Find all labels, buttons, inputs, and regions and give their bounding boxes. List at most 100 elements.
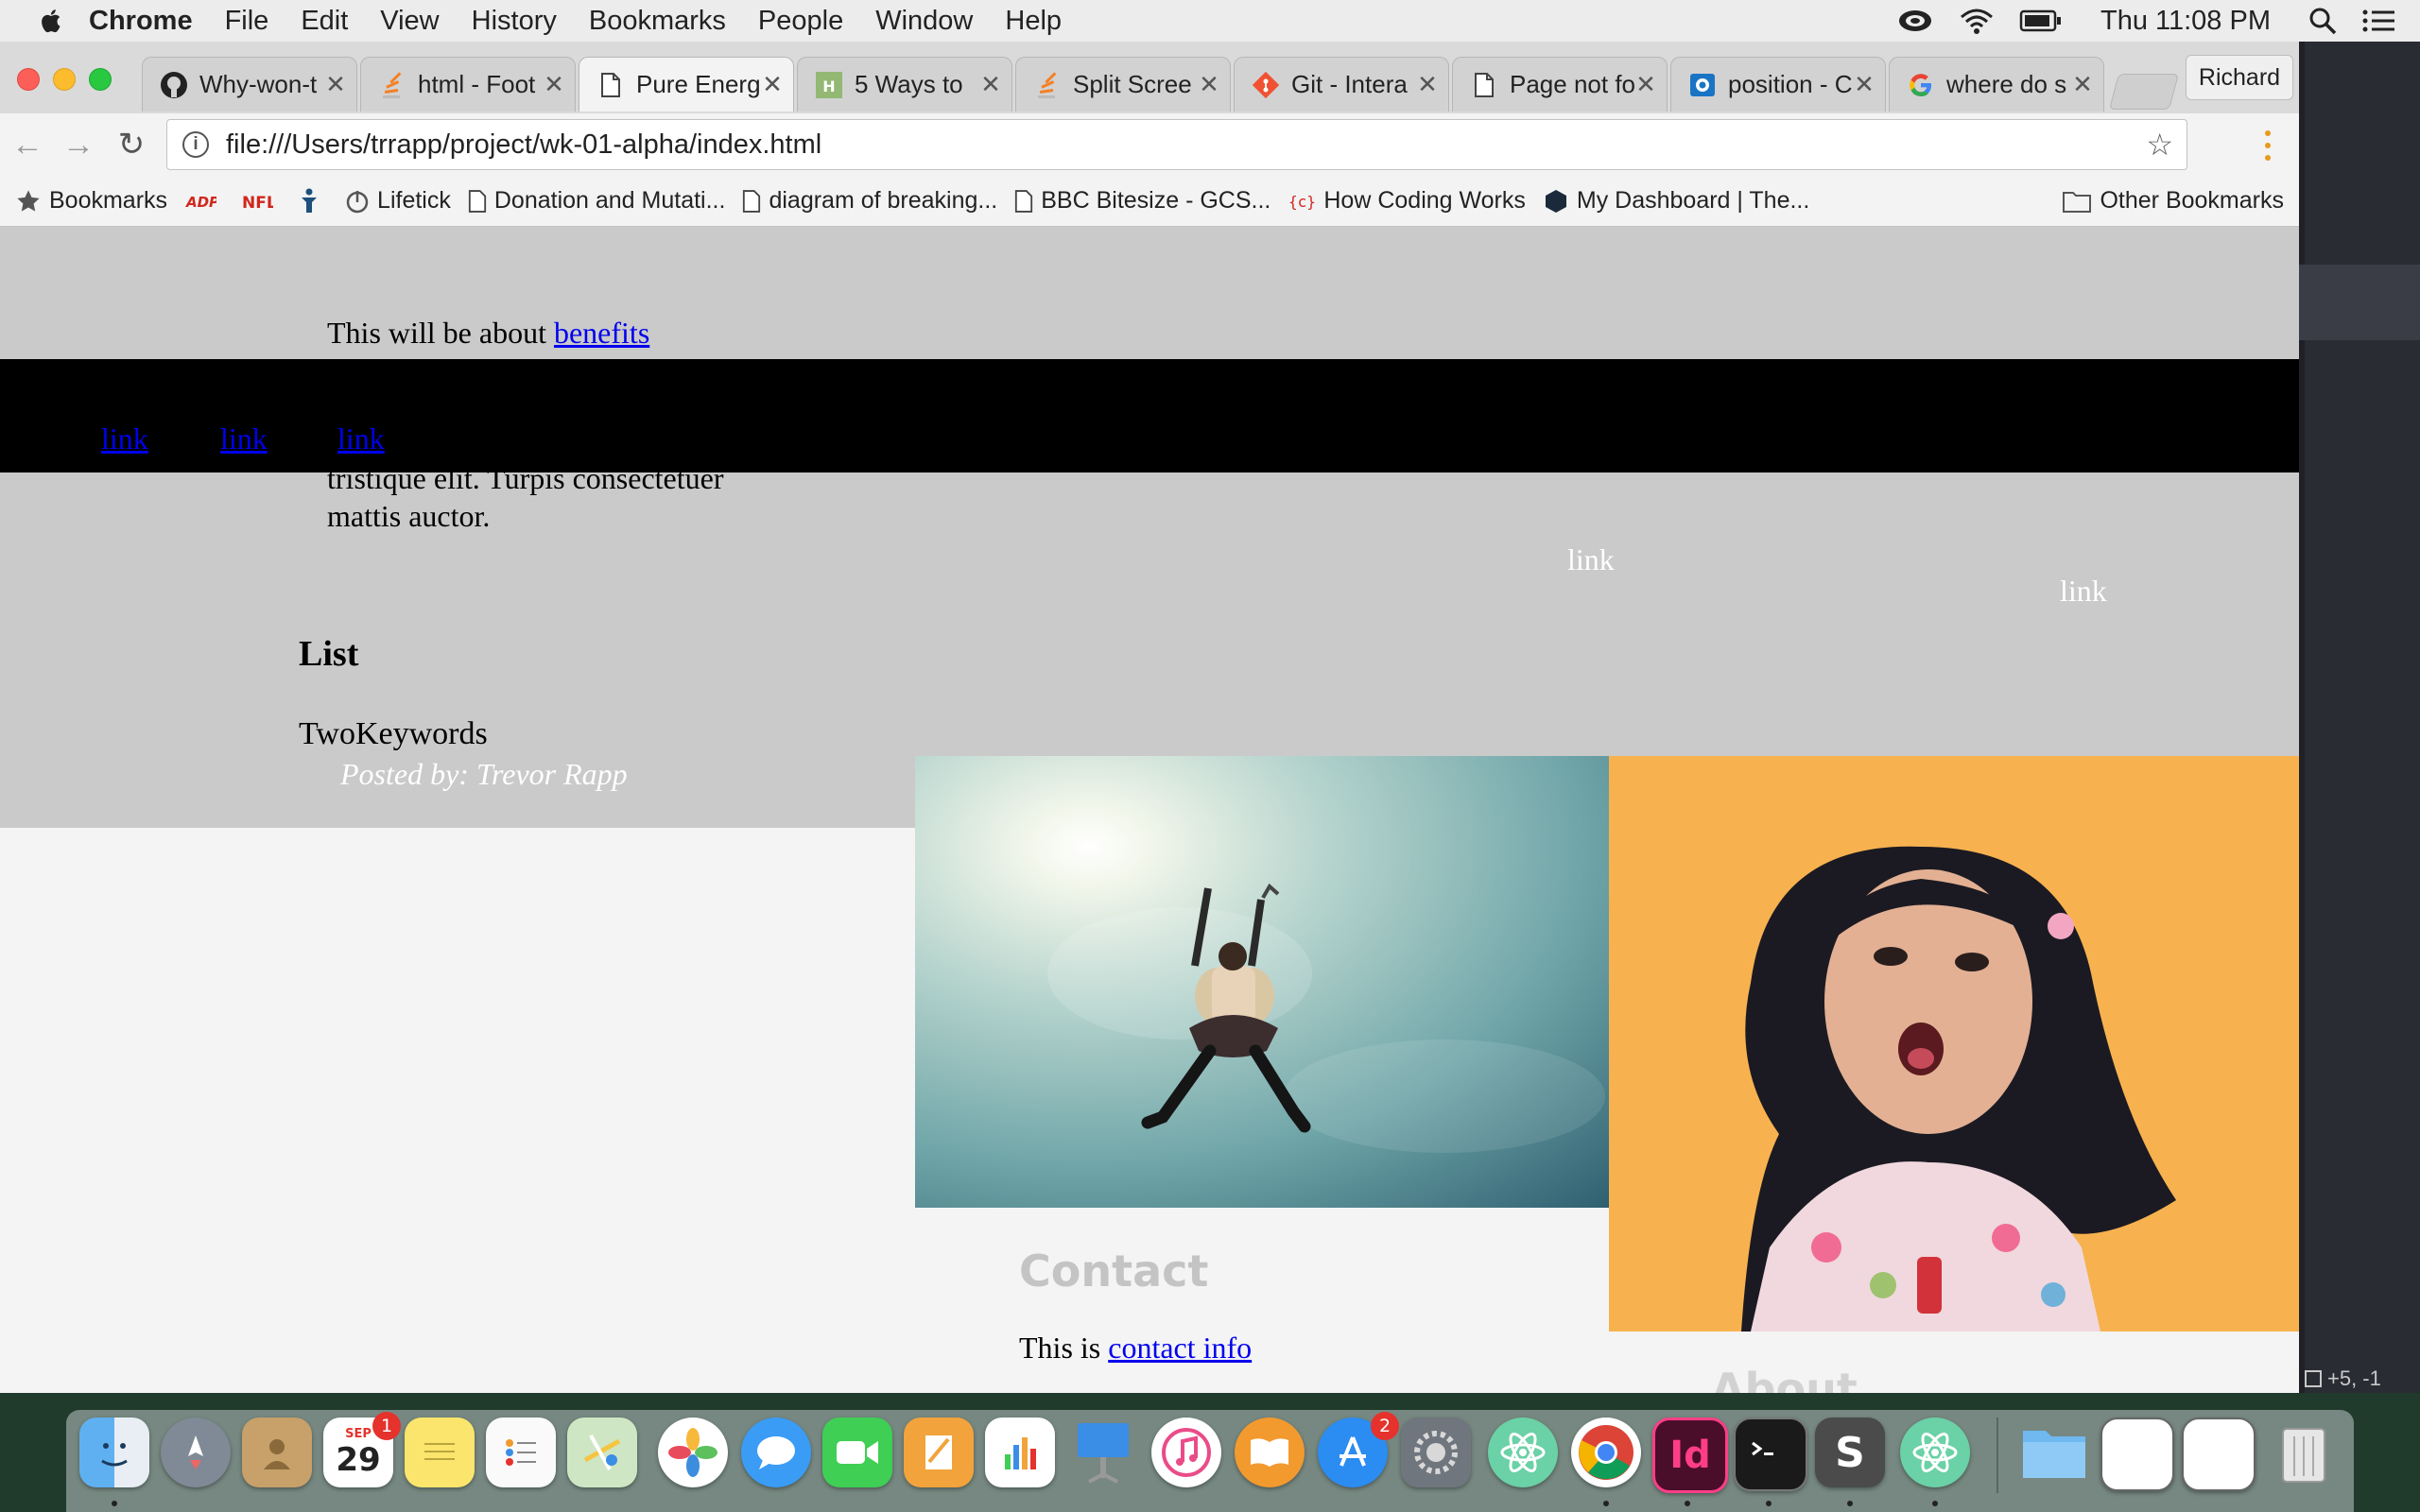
terminal-icon[interactable]	[1734, 1418, 1807, 1491]
menu-view[interactable]: View	[380, 6, 439, 37]
battery-icon[interactable]	[2019, 9, 2063, 33]
bookmark-bbc-bitesize[interactable]: BBC Bitesize - GCS...	[1014, 187, 1270, 215]
chrome-icon[interactable]	[1571, 1418, 1641, 1487]
forward-arrow-icon[interactable]: →	[59, 125, 98, 164]
window-thumbnail[interactable]	[2182, 1418, 2256, 1491]
maps-icon[interactable]	[567, 1418, 637, 1487]
bookmark-my-dashboard[interactable]: My Dashboard | The...	[1543, 187, 1809, 215]
address-url[interactable]: file:///Users/trrapp/project/wk-01-alpha…	[226, 129, 821, 161]
close-window-button[interactable]	[17, 68, 40, 91]
launchpad-icon[interactable]	[161, 1418, 231, 1487]
tab-where-do[interactable]: where do s ✕	[1889, 57, 2104, 112]
bookmark-label: Lifetick	[377, 187, 451, 214]
reminders-icon[interactable]	[486, 1418, 556, 1487]
sketch-icon[interactable]: S	[1815, 1418, 1885, 1487]
menu-history[interactable]: History	[472, 6, 557, 37]
benefits-link[interactable]: benefits	[554, 316, 649, 350]
creative-cloud-icon[interactable]	[1896, 7, 1934, 35]
contact-info-link[interactable]: contact info	[1108, 1331, 1252, 1365]
system-preferences-icon[interactable]	[1401, 1418, 1471, 1487]
keynote-icon[interactable]	[1068, 1418, 1138, 1487]
menu-bookmarks[interactable]: Bookmarks	[589, 6, 726, 37]
tab-close-icon[interactable]: ✕	[543, 70, 565, 99]
tab-position[interactable]: position - C ✕	[1670, 57, 1886, 112]
tab-strip: Why-won-t ✕ html - Foot ✕ Pure Energ ✕ H…	[0, 42, 2299, 113]
tab-close-icon[interactable]: ✕	[1198, 70, 1220, 99]
bookmark-bookmarks[interactable]: Bookmarks	[15, 187, 167, 215]
finder-icon[interactable]	[79, 1418, 149, 1487]
git-diff-icon	[2305, 1370, 2322, 1387]
tab-pure-energy[interactable]: Pure Energ ✕	[579, 57, 794, 112]
macos-menubar: Chrome File Edit View History Bookmarks …	[0, 0, 2420, 43]
calendar-month: SEP	[345, 1426, 372, 1441]
floating-link-1[interactable]: link	[1567, 542, 1615, 577]
nav-link-1[interactable]: link	[101, 421, 148, 456]
chrome-menu-icon[interactable]	[2254, 127, 2282, 164]
menu-app-name[interactable]: Chrome	[89, 6, 193, 37]
tab-close-icon[interactable]: ✕	[761, 70, 784, 99]
info-icon[interactable]: i	[182, 131, 209, 158]
atom-icon[interactable]	[1488, 1418, 1558, 1487]
nav-link-2[interactable]: link	[220, 421, 268, 456]
tab-close-icon[interactable]: ✕	[324, 70, 347, 99]
menubar-clock[interactable]: Thu 11:08 PM	[2100, 6, 2271, 37]
folder-icon[interactable]	[2019, 1418, 2089, 1487]
minimize-window-button[interactable]	[53, 68, 76, 91]
tab-why-wont[interactable]: Why-won-t ✕	[142, 57, 357, 112]
floating-link-2[interactable]: link	[2060, 574, 2107, 609]
bookmark-figure[interactable]	[298, 188, 328, 215]
menu-file[interactable]: File	[225, 6, 269, 37]
profile-button[interactable]: Richard	[2186, 55, 2293, 100]
tab-page-not-found[interactable]: Page not fo ✕	[1452, 57, 1668, 112]
menu-window[interactable]: Window	[875, 6, 973, 37]
tab-close-icon[interactable]: ✕	[2071, 70, 2094, 99]
tab-5-ways[interactable]: H 5 Ways to ✕	[797, 57, 1012, 112]
bookmark-lifetick[interactable]: Lifetick	[345, 187, 451, 215]
menu-people[interactable]: People	[758, 6, 843, 37]
spotlight-icon[interactable]	[2308, 7, 2337, 35]
notes-icon[interactable]	[405, 1418, 475, 1487]
bookmark-donation[interactable]: Donation and Mutati...	[468, 187, 725, 215]
tab-close-icon[interactable]: ✕	[1634, 70, 1657, 99]
pages-icon[interactable]	[904, 1418, 974, 1487]
bookmark-adp[interactable]: ADP	[184, 191, 224, 212]
wifi-icon[interactable]	[1959, 7, 1995, 35]
tab-close-icon[interactable]: ✕	[1416, 70, 1439, 99]
bookmark-nfl[interactable]: NFL	[241, 190, 281, 213]
numbers-icon[interactable]	[985, 1418, 1055, 1487]
reload-icon[interactable]: ↻	[112, 125, 151, 164]
back-arrow-icon[interactable]: ←	[8, 125, 47, 164]
notification-center-icon[interactable]	[2361, 8, 2395, 34]
indesign-icon[interactable]: Id	[1652, 1418, 1728, 1493]
contact-paragraph: This is contact info	[1019, 1331, 1252, 1366]
running-indicator	[1603, 1501, 1609, 1506]
bookmark-how-coding-works[interactable]: {c} How Coding Works	[1288, 187, 1526, 215]
trash-icon[interactable]	[2269, 1418, 2339, 1487]
photos-icon[interactable]	[658, 1418, 728, 1487]
editor-git-status[interactable]: +5, -1	[2299, 1365, 2420, 1393]
bookmark-diagram[interactable]: diagram of breaking...	[742, 187, 997, 215]
nav-link-3[interactable]: link	[337, 421, 385, 456]
messages-icon[interactable]	[741, 1418, 811, 1487]
tab-close-icon[interactable]: ✕	[1853, 70, 1876, 99]
atom-icon[interactable]	[1900, 1418, 1970, 1487]
tab-close-icon[interactable]: ✕	[979, 70, 1002, 99]
window-thumbnail[interactable]	[2100, 1418, 2174, 1491]
bookmark-star-icon[interactable]: ☆	[2146, 127, 2173, 163]
tab-split-screen[interactable]: Split Scree ✕	[1015, 57, 1231, 112]
tab-html-footer[interactable]: html - Foot ✕	[360, 57, 576, 112]
apple-icon[interactable]	[38, 7, 66, 35]
itunes-icon[interactable]	[1151, 1418, 1221, 1487]
tab-git-interactive[interactable]: Git - Intera ✕	[1234, 57, 1449, 112]
tab-label: Git - Intera	[1291, 70, 1408, 98]
zoom-window-button[interactable]	[89, 68, 112, 91]
bookmark-other-bookmarks[interactable]: Other Bookmarks	[2062, 187, 2284, 215]
contacts-icon[interactable]	[242, 1418, 312, 1487]
ibooks-icon[interactable]	[1235, 1418, 1305, 1487]
menu-edit[interactable]: Edit	[301, 6, 348, 37]
editor-highlighted-line	[2299, 265, 2420, 340]
address-bar[interactable]: i file:///Users/trrapp/project/wk-01-alp…	[166, 119, 2187, 170]
menu-help[interactable]: Help	[1005, 6, 1062, 37]
new-tab-button[interactable]	[2108, 74, 2180, 110]
facetime-icon[interactable]	[822, 1418, 892, 1487]
